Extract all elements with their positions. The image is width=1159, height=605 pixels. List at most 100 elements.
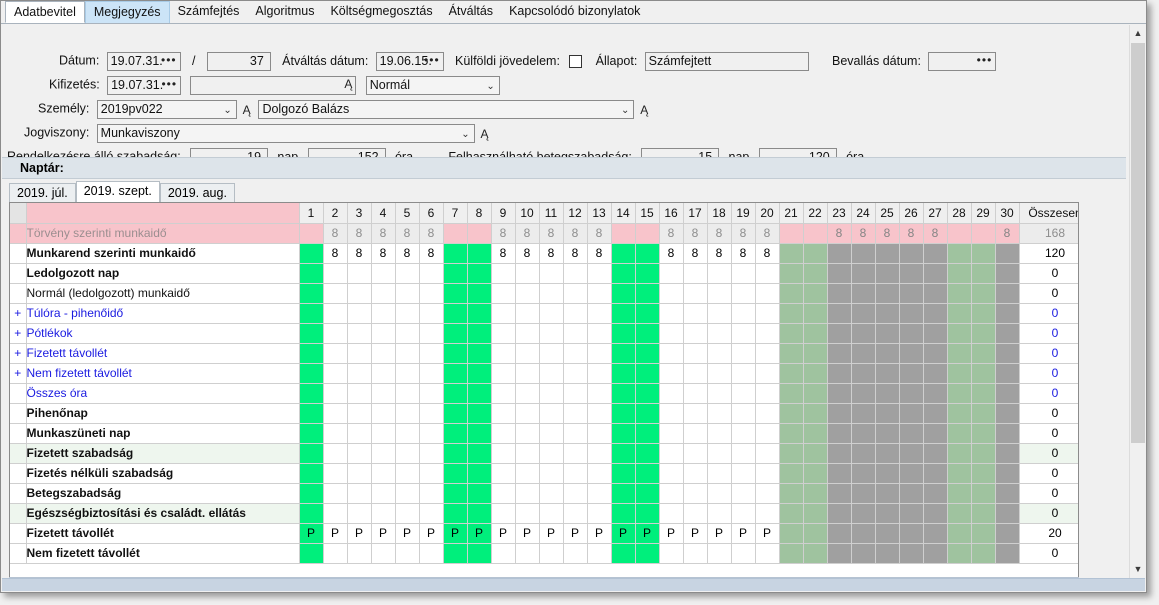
- day-cell-1[interactable]: [299, 323, 324, 344]
- day-cell-8[interactable]: [467, 263, 492, 284]
- day-cell-7[interactable]: [443, 343, 468, 364]
- day-cell-8[interactable]: [467, 483, 492, 504]
- payment-type-select[interactable]: Normál ⌄: [365, 76, 500, 95]
- table-row[interactable]: Munkaszüneti nap 0: [10, 423, 1078, 444]
- day-cell-16[interactable]: [659, 543, 684, 564]
- day-cell-9[interactable]: [491, 503, 516, 524]
- day-cell-2[interactable]: [323, 323, 348, 344]
- day-cell-6[interactable]: [419, 503, 444, 524]
- day-cell-4[interactable]: 8: [371, 243, 396, 264]
- day-cell-6[interactable]: [419, 483, 444, 504]
- tab-sz-mfejt-s[interactable]: Számfejtés: [170, 1, 248, 23]
- day-cell-14[interactable]: [611, 463, 636, 484]
- day-cell-15[interactable]: P: [635, 523, 660, 544]
- day-cell-8[interactable]: [467, 223, 492, 244]
- day-cell-6[interactable]: [419, 443, 444, 464]
- day-cell-13[interactable]: [587, 463, 612, 484]
- day-cell-15[interactable]: [635, 423, 660, 444]
- day-cell-20[interactable]: 8: [755, 243, 780, 264]
- day-cell-12[interactable]: [563, 543, 588, 564]
- kifizetes-extra-field[interactable]: Ą: [190, 76, 357, 95]
- day-cell-13[interactable]: [587, 403, 612, 424]
- day-cell-15[interactable]: [635, 283, 660, 304]
- day-cell-12[interactable]: [563, 283, 588, 304]
- day-cell-19[interactable]: [731, 323, 756, 344]
- day-cell-19[interactable]: [731, 283, 756, 304]
- day-cell-9[interactable]: [491, 323, 516, 344]
- day-cell-12[interactable]: [563, 363, 588, 384]
- day-cell-2[interactable]: [323, 343, 348, 364]
- day-cell-5[interactable]: 8: [395, 223, 420, 244]
- day-cell-4[interactable]: [371, 303, 396, 324]
- day-cell-20[interactable]: [755, 403, 780, 424]
- day-cell-10[interactable]: 8: [515, 243, 540, 264]
- day-cell-16[interactable]: [659, 343, 684, 364]
- day-cell-19[interactable]: [731, 383, 756, 404]
- day-cell-15[interactable]: [635, 503, 660, 524]
- day-cell-15[interactable]: [635, 343, 660, 364]
- day-cell-16[interactable]: [659, 303, 684, 324]
- day-cell-4[interactable]: [371, 543, 396, 564]
- day-cell-6[interactable]: [419, 423, 444, 444]
- jogviszony-select[interactable]: Munkaviszony ⌄: [96, 124, 475, 143]
- day-cell-4[interactable]: P: [371, 523, 396, 544]
- day-cell-3[interactable]: [347, 343, 372, 364]
- day-cell-1[interactable]: [299, 543, 324, 564]
- day-cell-10[interactable]: [515, 483, 540, 504]
- day-cell-4[interactable]: [371, 263, 396, 284]
- day-cell-4[interactable]: [371, 443, 396, 464]
- day-cell-7[interactable]: [443, 423, 468, 444]
- day-cell-18[interactable]: [707, 543, 732, 564]
- day-cell-3[interactable]: [347, 383, 372, 404]
- day-cell-18[interactable]: [707, 403, 732, 424]
- day-cell-8[interactable]: [467, 463, 492, 484]
- day-cell-17[interactable]: [683, 303, 708, 324]
- day-cell-8[interactable]: [467, 503, 492, 524]
- tab-adatbevitel[interactable]: Adatbevitel: [5, 1, 85, 23]
- kifizetes-ellipsis-icon[interactable]: •••: [161, 77, 177, 92]
- day-cell-12[interactable]: [563, 443, 588, 464]
- atvaltas-field[interactable]: 19.06.15. •••: [375, 52, 444, 71]
- day-cell-10[interactable]: [515, 303, 540, 324]
- day-cell-1[interactable]: [299, 503, 324, 524]
- day-cell-11[interactable]: [539, 483, 564, 504]
- table-row[interactable]: Normál (ledolgozott) munkaidő 0: [10, 283, 1078, 304]
- day-cell-19[interactable]: [731, 403, 756, 424]
- day-cell-4[interactable]: [371, 423, 396, 444]
- day-cell-7[interactable]: [443, 323, 468, 344]
- day-cell-9[interactable]: [491, 443, 516, 464]
- day-cell-17[interactable]: [683, 383, 708, 404]
- day-cell-11[interactable]: [539, 543, 564, 564]
- day-cell-18[interactable]: [707, 503, 732, 524]
- day-cell-10[interactable]: [515, 283, 540, 304]
- day-cell-3[interactable]: P: [347, 523, 372, 544]
- jogviszony-attach-icon[interactable]: Ą: [478, 127, 491, 141]
- day-cell-14[interactable]: [611, 403, 636, 424]
- day-cell-12[interactable]: 8: [563, 243, 588, 264]
- day-cell-8[interactable]: P: [467, 523, 492, 544]
- day-cell-5[interactable]: [395, 423, 420, 444]
- day-cell-9[interactable]: [491, 403, 516, 424]
- day-cell-20[interactable]: 8: [755, 223, 780, 244]
- row-expander-icon[interactable]: +: [10, 363, 27, 384]
- day-cell-2[interactable]: [323, 263, 348, 284]
- day-cell-11[interactable]: [539, 463, 564, 484]
- day-cell-20[interactable]: [755, 423, 780, 444]
- tab-algoritmus[interactable]: Algoritmus: [247, 1, 322, 23]
- table-row[interactable]: Ledolgozott nap 0: [10, 263, 1078, 284]
- day-cell-7[interactable]: [443, 443, 468, 464]
- day-cell-19[interactable]: [731, 303, 756, 324]
- month-tab-1[interactable]: 2019. szept.: [75, 181, 160, 202]
- day-cell-7[interactable]: [443, 243, 468, 264]
- day-cell-12[interactable]: [563, 423, 588, 444]
- day-cell-19[interactable]: P: [731, 523, 756, 544]
- day-cell-20[interactable]: P: [755, 523, 780, 544]
- day-cell-18[interactable]: [707, 343, 732, 364]
- day-cell-13[interactable]: P: [587, 523, 612, 544]
- day-cell-8[interactable]: [467, 363, 492, 384]
- day-cell-10[interactable]: [515, 543, 540, 564]
- day-cell-8[interactable]: [467, 303, 492, 324]
- day-cell-10[interactable]: [515, 503, 540, 524]
- row-expander-icon[interactable]: +: [10, 343, 27, 364]
- vertical-scroll-thumb[interactable]: [1131, 43, 1145, 443]
